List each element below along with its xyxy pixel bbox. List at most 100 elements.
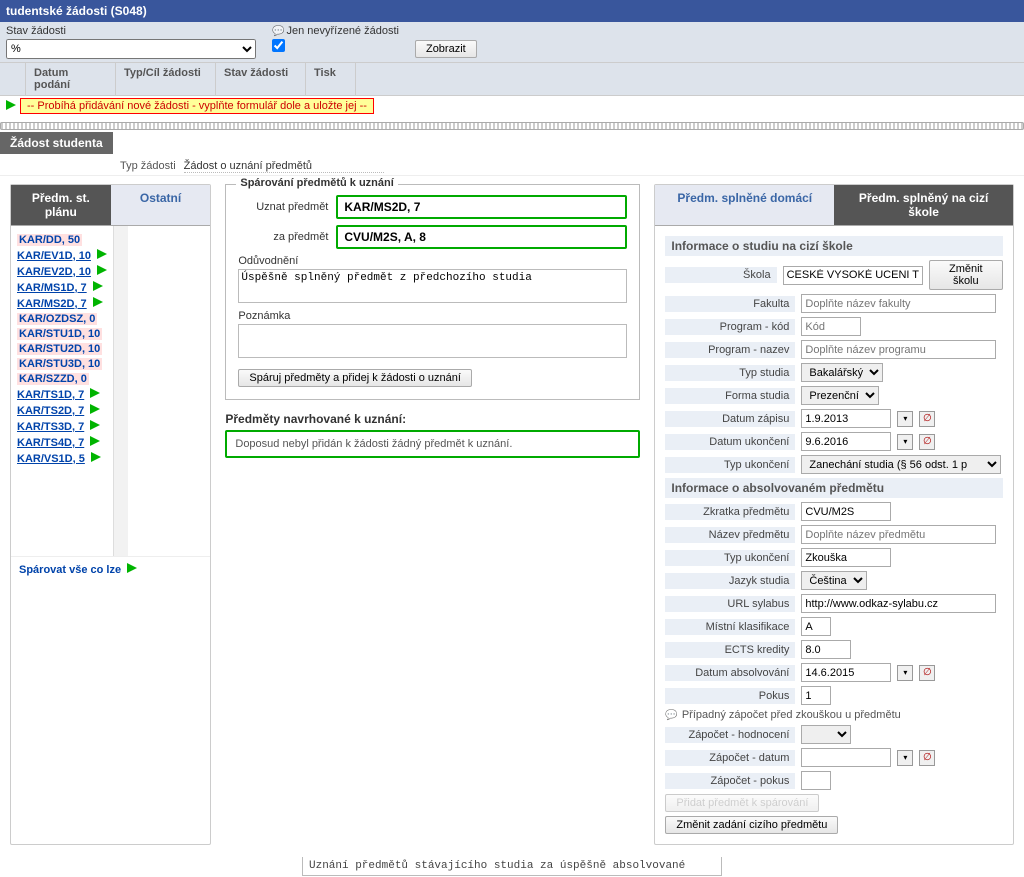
course-item[interactable]: KAR/STU2D, 10 <box>17 343 107 355</box>
calendar-icon[interactable]: ▾ <box>897 434 913 450</box>
course-link[interactable]: KAR/VS1D, 5 <box>17 453 85 465</box>
subject-ects-input[interactable] <box>801 640 851 659</box>
credit-heading: Případný zápočet před zkouškou u předmět… <box>682 709 901 721</box>
course-link[interactable]: KAR/MS1D, 7 <box>17 282 87 294</box>
course-link[interactable]: KAR/STU1D, 10 <box>17 328 102 340</box>
bubble-icon <box>665 709 677 721</box>
for-label: za předmět <box>238 231 328 243</box>
course-item[interactable]: KAR/VS1D, 5 <box>17 452 107 465</box>
arrow-right-icon <box>90 388 100 401</box>
course-item[interactable]: KAR/TS1D, 7 <box>17 388 107 401</box>
subject-name-input[interactable] <box>801 525 996 544</box>
course-link[interactable]: KAR/TS4D, 7 <box>17 437 84 449</box>
clear-icon[interactable]: ∅ <box>919 750 935 766</box>
credit-date-input[interactable] <box>801 748 891 767</box>
warning-box: -- Probíhá přidávání nové žádosti - vypl… <box>20 98 374 114</box>
course-item[interactable]: KAR/OZDSZ, 0 <box>17 313 107 325</box>
course-list[interactable]: KAR/DD, 50 KAR/EV1D, 10 KAR/EV2D, 10 KAR/MS… <box>11 226 113 546</box>
course-link[interactable]: KAR/TS2D, 7 <box>17 405 84 417</box>
course-link[interactable]: KAR/EV1D, 10 <box>17 250 91 262</box>
faculty-input[interactable] <box>801 294 996 313</box>
course-item[interactable]: KAR/SZZD, 0 <box>17 373 107 385</box>
tab-home-subjects[interactable]: Předm. splněné domácí <box>655 185 834 226</box>
show-button[interactable]: Zobrazit <box>415 40 477 58</box>
change-foreign-button[interactable]: Změnit zadání cizího předmětu <box>665 816 838 834</box>
subject-url-input[interactable] <box>801 594 996 613</box>
course-link[interactable]: KAR/TS3D, 7 <box>17 421 84 433</box>
arrow-right-icon <box>90 420 100 433</box>
school-input[interactable] <box>783 266 923 285</box>
course-link[interactable]: KAR/EV2D, 10 <box>17 266 91 278</box>
course-item[interactable]: KAR/TS3D, 7 <box>17 420 107 433</box>
add-pair-button: Přidat předmět k spárování <box>665 794 819 812</box>
course-link[interactable]: KAR/MS2D, 7 <box>17 298 87 310</box>
scrollbar[interactable] <box>113 226 128 556</box>
justification-label: Odůvodnění <box>238 255 627 267</box>
section-tab: Žádost studenta <box>0 132 113 154</box>
course-item[interactable]: KAR/STU3D, 10 <box>17 358 107 370</box>
course-item[interactable]: KAR/MS2D, 7 <box>17 297 107 310</box>
credit-attempt-input[interactable] <box>801 771 831 790</box>
end-date-input[interactable] <box>801 432 891 451</box>
subject-abbr-input[interactable] <box>801 502 891 521</box>
course-item[interactable]: KAR/STU1D, 10 <box>17 328 107 340</box>
splitter-handle[interactable] <box>0 122 1024 130</box>
subject-grad-date-input[interactable] <box>801 663 891 682</box>
window-title: tudentské žádosti (S048) <box>0 0 1024 22</box>
clear-icon[interactable]: ∅ <box>919 434 935 450</box>
subject-grade-input[interactable] <box>801 617 831 636</box>
calendar-icon[interactable]: ▾ <box>897 750 913 766</box>
course-link[interactable]: KAR/DD, 50 <box>17 234 82 246</box>
enroll-date-input[interactable] <box>801 409 891 428</box>
col-print: Tisk <box>306 63 356 95</box>
for-input[interactable] <box>336 225 627 249</box>
type-row: Typ žádosti Žádost o uznání předmětů <box>0 154 1024 175</box>
state-select[interactable]: % <box>6 39 256 59</box>
study-type-select[interactable]: Bakalářský <box>801 363 883 382</box>
end-type-select[interactable]: Zanechání studia (§ 56 odst. 1 p <box>801 455 1001 474</box>
recognize-input[interactable] <box>336 195 627 219</box>
only-open-checkbox[interactable] <box>272 39 285 52</box>
tab-foreign-subject[interactable]: Předm. splněný na cizí škole <box>834 185 1013 226</box>
course-item[interactable]: KAR/EV2D, 10 <box>17 265 107 278</box>
arrow-right-icon <box>97 265 107 278</box>
clear-icon[interactable]: ∅ <box>919 665 935 681</box>
note-textarea[interactable] <box>238 324 627 358</box>
study-form-select[interactable]: Prezenční <box>801 386 879 405</box>
course-link[interactable]: KAR/STU3D, 10 <box>17 358 102 370</box>
credit-grade-select[interactable] <box>801 725 851 744</box>
clear-icon[interactable]: ∅ <box>919 411 935 427</box>
course-item[interactable]: KAR/MS1D, 7 <box>17 281 107 294</box>
col-state: Stav žádosti <box>216 63 306 95</box>
calendar-icon[interactable]: ▾ <box>897 411 913 427</box>
course-link[interactable]: KAR/STU2D, 10 <box>17 343 102 355</box>
change-school-button[interactable]: Změnit školu <box>929 260 1003 290</box>
justification-textarea[interactable]: Úspěšně splněný předmět z předchozího st… <box>238 269 627 303</box>
pair-all-link[interactable]: Spárovat vše co lze <box>11 556 210 582</box>
subject-endtype-input[interactable] <box>801 548 891 567</box>
subject-attempt-input[interactable] <box>801 686 831 705</box>
subject-lang-select[interactable]: Čeština <box>801 571 867 590</box>
course-link[interactable]: KAR/SZZD, 0 <box>17 373 89 385</box>
course-item[interactable]: KAR/TS2D, 7 <box>17 404 107 417</box>
course-item[interactable]: KAR/DD, 50 <box>17 234 107 246</box>
tab-other[interactable]: Ostatní <box>111 185 211 226</box>
tab-plan[interactable]: Předm. st. plánu <box>11 185 111 226</box>
proposed-heading: Předměty navrhované k uznání: <box>225 412 640 426</box>
course-item[interactable]: KAR/EV1D, 10 <box>17 249 107 262</box>
arrow-right-icon <box>93 297 103 310</box>
program-name-input[interactable] <box>801 340 996 359</box>
course-item[interactable]: KAR/TS4D, 7 <box>17 436 107 449</box>
bottom-note: Uznání předmětů stávajícího studia za ús… <box>302 857 722 876</box>
arrow-right-icon <box>91 452 101 465</box>
arrow-right-icon <box>90 404 100 417</box>
course-link[interactable]: KAR/TS1D, 7 <box>17 389 84 401</box>
course-link[interactable]: KAR/OZDSZ, 0 <box>17 313 97 325</box>
col-date: Datum podání <box>26 63 116 95</box>
pair-button[interactable]: Spáruj předměty a přidej k žádosti o uzn… <box>238 369 472 387</box>
bubble-icon <box>272 25 284 37</box>
study-info-heading: Informace o studiu na cizí škole <box>665 236 1003 256</box>
program-code-input[interactable] <box>801 317 861 336</box>
calendar-icon[interactable]: ▾ <box>897 665 913 681</box>
filter-bar: Stav žádosti % Jen nevyřízené žádosti Zo… <box>0 22 1024 62</box>
